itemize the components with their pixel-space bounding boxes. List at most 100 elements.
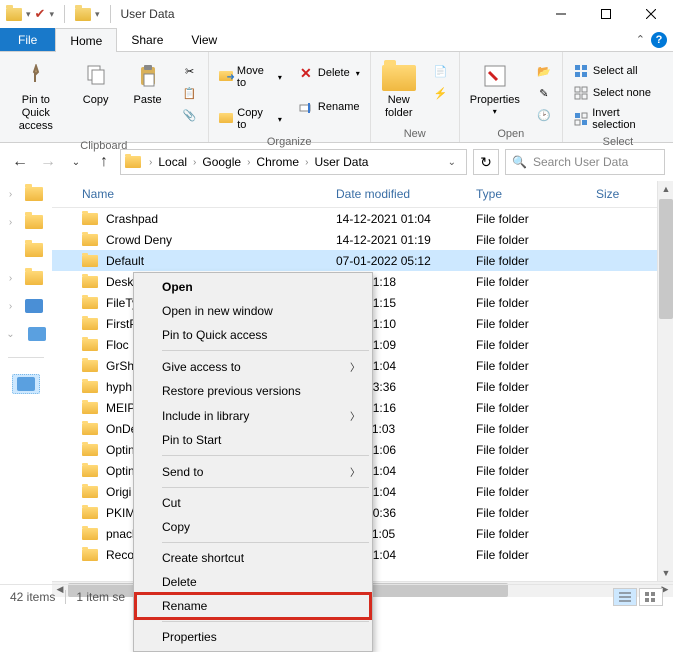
table-row[interactable]: Crashpad 14-12-2021 01:04 File folder [52,208,673,229]
ribbon: Pin to Quick access Copy Paste ✂ 📋 📎 Cli… [0,52,673,143]
qat-dropdown-icon[interactable]: ▾ [26,9,31,20]
col-date[interactable]: Date modified [336,187,476,201]
pin-quick-access-button[interactable]: Pin to Quick access [6,56,66,138]
new-folder-button[interactable]: New folder [377,56,421,124]
rename-button[interactable]: Rename [294,96,364,118]
chevron-right-icon[interactable]: › [243,157,254,168]
qat-check-icon[interactable]: ✔ [35,6,46,22]
forward-button[interactable]: → [36,150,60,174]
scroll-down-icon[interactable]: ▼ [658,565,673,581]
ctx-send-to[interactable]: Send to〉 [136,459,370,484]
close-button[interactable] [628,0,673,28]
ctx-pin-quick-access[interactable]: Pin to Quick access [136,323,370,347]
status-selected: 1 item se [76,590,125,604]
chevron-right-icon[interactable]: › [189,157,200,168]
easy-access-button[interactable]: ⚡ [429,82,453,104]
search-icon: 🔍 [512,155,527,169]
col-name[interactable]: Name [82,187,336,201]
recent-dropdown-icon[interactable]: ⌄ [64,150,88,174]
delete-button[interactable]: ✕ Delete▾ [294,62,364,84]
edit-button[interactable]: ✎ [532,82,556,104]
ctx-create-shortcut[interactable]: Create shortcut [136,546,370,570]
ctx-cut[interactable]: Cut [136,491,370,515]
qat-dropdown3-icon[interactable]: ▾ [95,9,100,20]
file-type: File folder [476,506,596,520]
move-to-button[interactable]: ➜ Move to▾ [215,62,286,92]
select-all-button[interactable]: Select all [569,60,667,82]
table-row[interactable]: Default 07-01-2022 05:12 File folder [52,250,673,271]
qat-dropdown2-icon[interactable]: ▾ [49,9,54,20]
chevron-right-icon[interactable]: › [301,157,312,168]
address-folder-icon [125,156,141,168]
properties-button[interactable]: Properties ▾ [466,56,524,120]
tree-folder-icon[interactable] [25,271,43,285]
search-input[interactable]: 🔍 Search User Data [505,149,665,175]
ctx-open-new-window[interactable]: Open in new window [136,299,370,323]
scroll-up-icon[interactable]: ▲ [658,181,673,197]
breadcrumb[interactable]: Local [156,155,189,169]
copy-path-button[interactable]: 📋 [178,82,202,104]
breadcrumb[interactable]: Chrome [254,155,301,169]
open-button[interactable]: 📂 [532,60,556,82]
scroll-thumb[interactable] [659,199,673,319]
ctx-open[interactable]: Open [136,275,370,299]
refresh-button[interactable]: ↻ [473,149,499,175]
new-item-button[interactable]: 📄 [429,60,453,82]
history-button[interactable]: 🕑 [532,104,556,126]
paste-button[interactable]: Paste [126,56,170,111]
ctx-give-access[interactable]: Give access to〉 [136,354,370,379]
folder-icon [82,402,98,414]
cut-button[interactable]: ✂ [178,60,202,82]
table-row[interactable]: Crowd Deny 14-12-2021 01:19 File folder [52,229,673,250]
chevron-right-icon: 〉 [350,359,360,374]
help-icon[interactable]: ? [651,32,667,48]
up-button[interactable]: ↑ [92,150,116,174]
nav-tree[interactable]: › › › › › ⌄ [0,181,52,581]
folder-icon [82,213,98,225]
chevron-right-icon[interactable]: › [145,157,156,168]
ctx-rename[interactable]: Rename [136,594,370,618]
maximize-button[interactable] [583,0,628,28]
copy-button[interactable]: Copy [74,56,118,111]
back-button[interactable]: ← [8,150,32,174]
address-dropdown-icon[interactable]: ⌄ [442,157,462,168]
ctx-delete[interactable]: Delete [136,570,370,594]
tab-file[interactable]: File [0,28,55,51]
col-type[interactable]: Type [476,187,596,201]
ctx-pin-start[interactable]: Pin to Start [136,428,370,452]
ctx-copy[interactable]: Copy [136,515,370,539]
col-size[interactable]: Size [596,187,656,201]
folder-icon [82,423,98,435]
folder-icon [82,486,98,498]
tab-view[interactable]: View [177,28,231,51]
tree-pc-icon[interactable] [28,327,46,341]
breadcrumb[interactable]: Google [200,155,243,169]
breadcrumb[interactable]: User Data [312,155,370,169]
address-bar[interactable]: › Local › Google › Chrome › User Data ⌄ [120,149,467,175]
select-none-button[interactable]: Select none [569,82,667,104]
view-details-button[interactable] [613,588,637,606]
ctx-properties[interactable]: Properties [136,625,370,649]
tree-onedrive-icon[interactable] [25,299,43,313]
tree-folder-icon[interactable] [25,243,43,257]
file-date: 14-12-2021 01:19 [336,233,476,247]
vertical-scrollbar[interactable]: ▲ ▼ [657,181,673,581]
tree-folder-icon[interactable] [25,215,43,229]
file-type: File folder [476,212,596,226]
tab-share[interactable]: Share [117,28,177,51]
folder-icon [82,507,98,519]
tree-drive-icon[interactable] [17,377,35,391]
tab-home[interactable]: Home [55,28,117,52]
group-organize: ➜ Move to▾ Copy to▾ ✕ Delete▾ Rename [209,52,371,142]
paste-shortcut-button[interactable]: 📎 [178,104,202,126]
invert-selection-button[interactable]: Invert selection [569,104,667,134]
copy-to-button[interactable]: Copy to▾ [215,104,286,134]
view-icons-button[interactable] [639,588,663,606]
ctx-include-library[interactable]: Include in library〉 [136,403,370,428]
ctx-restore-versions[interactable]: Restore previous versions [136,379,370,403]
collapse-ribbon-icon[interactable]: ⌃ [636,33,645,46]
tree-folder-icon[interactable] [25,187,43,201]
minimize-button[interactable] [538,0,583,28]
file-type: File folder [476,422,596,436]
file-type: File folder [476,443,596,457]
